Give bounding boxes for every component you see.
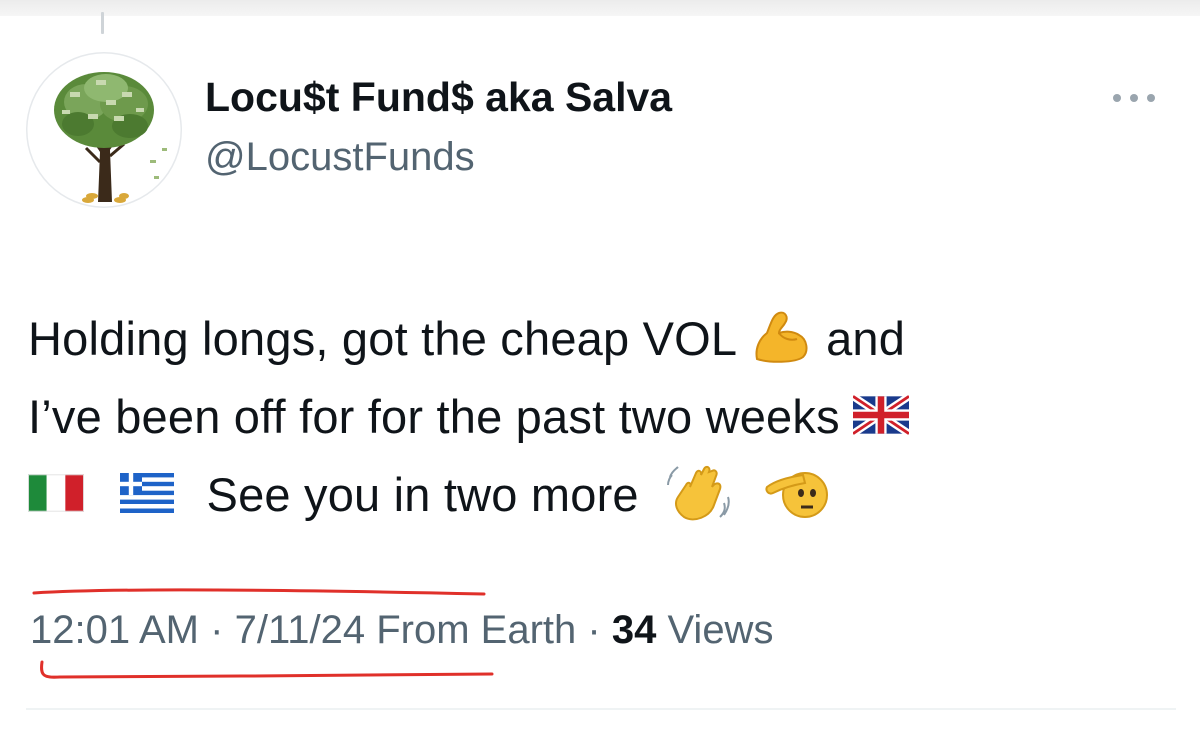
greece-flag-icon: [119, 472, 175, 513]
thread-connector-line: [101, 12, 104, 34]
flexed-biceps-icon: [749, 309, 813, 365]
tweet-line-1: Holding longs, got the cheap VOL and: [28, 300, 1178, 378]
meta-separator: ·: [210, 608, 224, 652]
waving-hand-icon: [666, 463, 730, 523]
tweet-text-segment: and: [826, 312, 906, 365]
tweet-source: From Earth: [376, 608, 577, 652]
tweet-metadata: 12:01 AM · 7/11/24 From Earth · 34 Views: [30, 608, 773, 653]
views-count: 34: [611, 608, 657, 652]
tweet-text: Holding longs, got the cheap VOL and I’v…: [28, 300, 1178, 534]
more-options-button[interactable]: [1106, 84, 1162, 112]
italy-flag-icon: [28, 473, 84, 513]
author-display-name[interactable]: Locu$t Fund$ aka Salva: [205, 74, 672, 121]
divider: [26, 708, 1176, 710]
author-handle[interactable]: @LocustFunds: [205, 135, 475, 180]
tweet-line-3: See you in two more: [28, 456, 1178, 534]
saluting-face-icon: [765, 465, 829, 521]
tweet-line-2: I’ve been off for for the past two weeks: [28, 378, 1178, 456]
tweet-time[interactable]: 12:01 AM: [30, 608, 199, 652]
uk-flag-icon: [853, 394, 910, 435]
tweet-date[interactable]: 7/11/24: [235, 608, 366, 652]
views-label: Views: [667, 608, 774, 652]
tweet-text-segment: I’ve been off for for the past two weeks: [28, 390, 840, 443]
top-edge: [0, 0, 1200, 16]
tweet-text-segment: Holding longs, got the cheap VOL: [28, 312, 736, 365]
tweet-text-segment: See you in two more: [206, 468, 639, 521]
avatar[interactable]: [26, 52, 182, 208]
meta-separator: ·: [587, 608, 601, 652]
money-tree-icon: [54, 72, 167, 203]
more-options-icon: [1113, 94, 1155, 102]
